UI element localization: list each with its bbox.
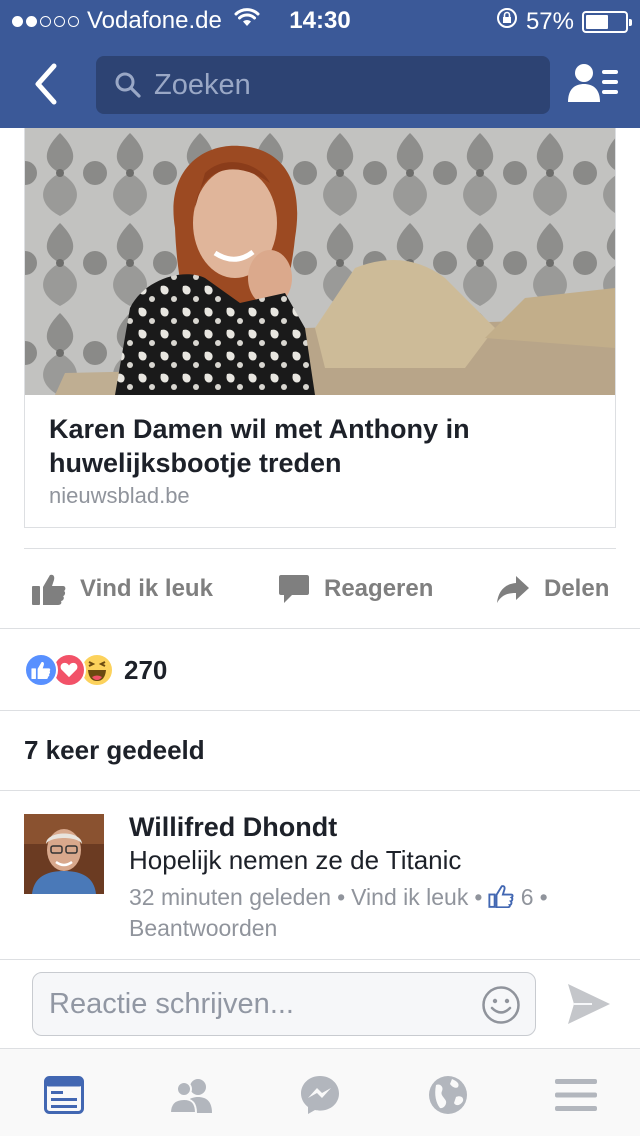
tab-notifications[interactable] [426, 1073, 470, 1117]
thumbs-up-outline-icon [488, 885, 514, 909]
share-count[interactable]: 7 keer gedeeld [24, 735, 205, 766]
comment-input-box[interactable] [32, 972, 536, 1036]
comment-text: Hopelijk nemen ze de Titanic [129, 845, 462, 875]
like-count-value: 6 [520, 884, 534, 910]
send-arrow-icon [568, 984, 610, 1024]
nav-bar [0, 40, 640, 128]
link-domain: nieuwsblad.be [49, 483, 190, 508]
separator: • [539, 884, 548, 910]
like-reaction-icon [24, 653, 58, 687]
send-button[interactable] [566, 982, 612, 1031]
reactions-summary[interactable]: 270 [24, 648, 167, 692]
link-preview-card[interactable]: Karen Damen wil met Anthony in huwelijks… [24, 128, 616, 528]
comment-meta: 32 minuten geleden • Vind ik leuk • 6 • Bean… [129, 882, 609, 944]
share-label: Delen [544, 575, 610, 602]
top-bar: Vodafone.de 14:30 57% [0, 0, 640, 128]
search-input[interactable] [154, 68, 534, 102]
person-list-icon [568, 64, 618, 102]
rotation-lock-icon [496, 7, 518, 36]
messenger-icon [301, 1076, 339, 1114]
speech-bubble-icon [279, 575, 309, 603]
comment-input[interactable] [49, 987, 469, 1021]
globe-icon [429, 1076, 467, 1114]
link-preview-image [25, 128, 615, 395]
back-button[interactable] [26, 60, 66, 108]
post-actions: Vind ik leuk Reageren Delen [0, 550, 640, 628]
link-title[interactable]: Karen Damen wil met Anthony in huwelijks… [49, 412, 599, 480]
hamburger-menu-icon [555, 1079, 597, 1111]
tab-friend-requests[interactable] [170, 1073, 214, 1117]
news-feed-icon [44, 1076, 84, 1114]
battery-level [586, 14, 608, 29]
smiley-icon [482, 986, 520, 1024]
divider [24, 548, 616, 549]
comment-time: 32 minuten geleden [129, 884, 332, 910]
comment-author[interactable]: Willifred Dhondt [129, 812, 337, 843]
like-button[interactable]: Vind ik leuk [32, 550, 213, 628]
avatar[interactable] [24, 814, 104, 894]
separator: • [337, 884, 346, 910]
separator: • [474, 884, 483, 910]
divider [0, 628, 640, 629]
emoji-button[interactable] [481, 985, 521, 1030]
friends-icon [170, 1079, 212, 1113]
reply-link[interactable]: Beantwoorden [129, 915, 277, 941]
divider [0, 710, 640, 711]
battery-percent: 57% [525, 7, 574, 35]
search-bar[interactable] [96, 56, 550, 114]
tab-bar [0, 1048, 640, 1136]
thumbs-up-icon [32, 574, 66, 605]
tab-more[interactable] [554, 1073, 598, 1117]
tab-messenger[interactable] [298, 1073, 342, 1117]
search-icon [114, 71, 142, 99]
status-bar: Vodafone.de 14:30 57% [0, 0, 640, 40]
share-arrow-icon [497, 576, 529, 603]
comment-button[interactable]: Reageren [278, 550, 433, 628]
comment-composer [0, 960, 640, 1048]
friend-list-button[interactable] [568, 60, 620, 108]
comment-like-link[interactable]: Vind ik leuk [351, 884, 468, 910]
status-right: 57% [496, 7, 632, 36]
comment-like-count[interactable]: 6 [488, 884, 534, 910]
tab-news-feed[interactable] [42, 1073, 86, 1117]
battery-icon [582, 10, 632, 33]
chevron-left-icon [35, 63, 57, 105]
like-label: Vind ik leuk [80, 575, 213, 602]
reaction-count: 270 [124, 654, 168, 685]
share-button[interactable]: Delen [496, 550, 609, 628]
divider [0, 790, 640, 791]
comment-label: Reageren [324, 575, 434, 602]
